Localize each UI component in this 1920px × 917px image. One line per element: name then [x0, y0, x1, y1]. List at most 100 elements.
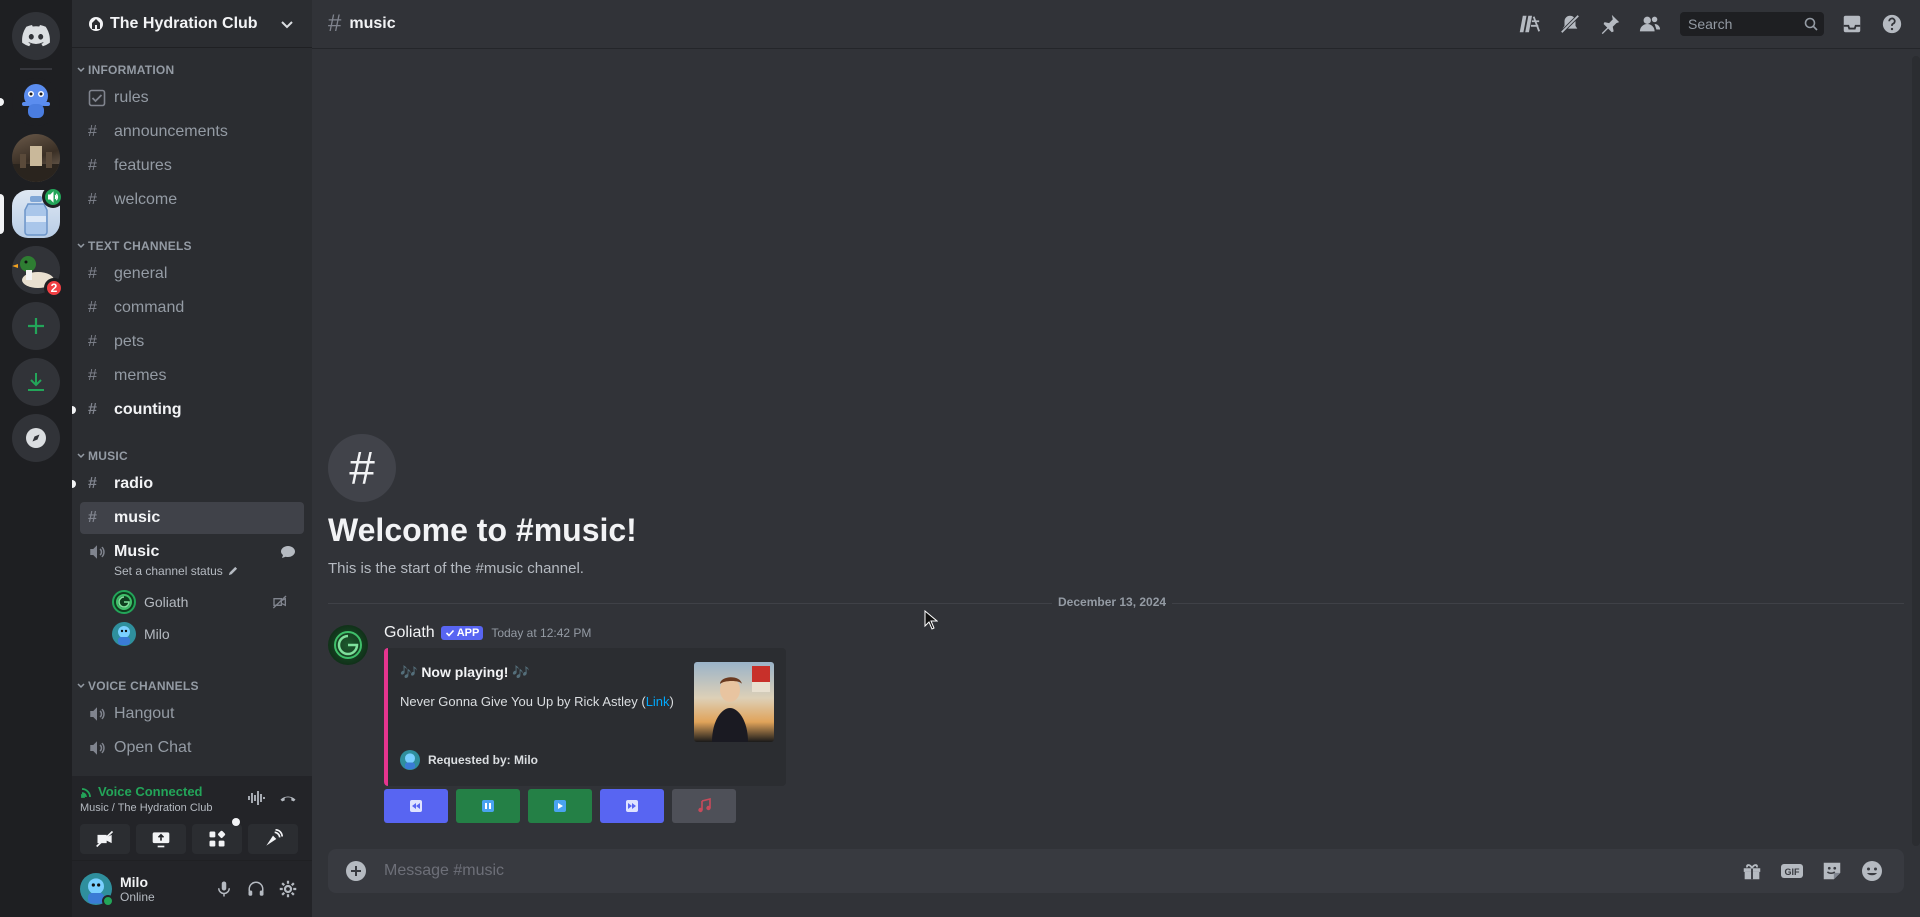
author-avatar[interactable]: [328, 625, 368, 665]
rail-divider: [20, 68, 52, 70]
embed-link[interactable]: Link: [646, 694, 670, 709]
user-info[interactable]: Milo Online: [120, 874, 208, 904]
video-off-icon: [95, 829, 115, 849]
channel-label: command: [114, 299, 185, 316]
mention-badge: 2: [44, 278, 64, 298]
skip-track-button[interactable]: [600, 789, 664, 823]
channel-label: Hangout: [114, 705, 175, 722]
channel-general[interactable]: # general: [80, 258, 304, 290]
chat-scrollbar[interactable]: [1912, 56, 1920, 846]
home-button[interactable]: [12, 12, 60, 60]
channel-features[interactable]: # features: [80, 150, 304, 182]
embed-footer: Requested by: Milo: [400, 750, 538, 770]
category-information[interactable]: INFORMATION: [76, 63, 174, 77]
camera-off-button[interactable]: [80, 824, 130, 854]
plus-icon: [12, 302, 60, 350]
download-apps-button[interactable]: [12, 358, 60, 406]
message-composer[interactable]: Message #music GIF: [328, 849, 1904, 893]
voice-status[interactable]: Voice Connected: [80, 784, 203, 799]
server-icon-duck[interactable]: 2: [12, 246, 64, 298]
sticker-icon[interactable]: [1820, 859, 1844, 883]
channel-memes[interactable]: # memes: [80, 360, 304, 392]
author-name[interactable]: Goliath: [384, 624, 435, 642]
inbox-icon[interactable]: [1840, 12, 1864, 36]
user-avatar[interactable]: [80, 873, 114, 907]
music-notes-button[interactable]: [672, 789, 736, 823]
channel-sidebar: The Hydration Club INFORMATION rules # a…: [72, 0, 312, 917]
album-cover-thumbnail[interactable]: [694, 662, 774, 742]
gear-icon[interactable]: [272, 873, 304, 905]
server-icon-hydration[interactable]: [12, 186, 64, 238]
server-icon-1[interactable]: [12, 78, 60, 126]
pencil-icon: [227, 566, 238, 577]
noise-suppression-icon[interactable]: [246, 788, 266, 808]
play-button[interactable]: [528, 789, 592, 823]
search-input[interactable]: Search: [1680, 12, 1824, 36]
category-voice-channels[interactable]: VOICE CHANNELS: [76, 679, 199, 693]
search-icon: [1804, 17, 1818, 31]
chevron-down-icon[interactable]: [278, 15, 296, 33]
gif-icon[interactable]: GIF: [1780, 859, 1804, 883]
hash-icon: #: [88, 191, 97, 208]
add-server-button[interactable]: [12, 302, 60, 350]
notification-mute-icon[interactable]: [1558, 12, 1582, 36]
emoji-icon[interactable]: [1860, 859, 1884, 883]
category-music[interactable]: MUSIC: [76, 449, 128, 463]
avatar: [112, 590, 136, 614]
hash-icon: #: [88, 509, 97, 526]
embed-desc-text: ): [669, 694, 674, 709]
channel-announcements[interactable]: # announcements: [80, 116, 304, 148]
hash-icon: #: [88, 299, 97, 316]
screen-share-button[interactable]: [136, 824, 186, 854]
pin-icon[interactable]: [1598, 12, 1622, 36]
mouse-cursor-icon: [924, 610, 938, 630]
channel-label: features: [114, 157, 172, 174]
previous-track-button[interactable]: [384, 789, 448, 823]
channel-radio[interactable]: # radio: [72, 468, 304, 500]
selected-pill: [0, 194, 4, 234]
category-text-channels[interactable]: TEXT CHANNELS: [76, 239, 192, 253]
category-label: VOICE CHANNELS: [88, 679, 199, 693]
speaker-icon: [88, 739, 108, 757]
server-header[interactable]: The Hydration Club: [72, 0, 312, 48]
chat-bubble-icon[interactable]: [280, 544, 296, 560]
voice-location[interactable]: Music / The Hydration Club: [80, 802, 212, 814]
channel-label: welcome: [114, 191, 178, 208]
microphone-icon[interactable]: [208, 873, 240, 905]
activities-button[interactable]: [192, 818, 242, 854]
online-status-dot: [102, 895, 114, 907]
blue-mascot-icon: [12, 78, 60, 126]
channel-rules[interactable]: rules: [80, 82, 304, 114]
channel-welcome[interactable]: # welcome: [80, 184, 304, 216]
help-icon[interactable]: [1880, 12, 1904, 36]
soundboard-icon: [263, 829, 283, 849]
voice-channel-open-chat[interactable]: Open Chat: [80, 732, 304, 764]
checkmark-icon: [445, 628, 455, 638]
disconnect-icon[interactable]: [278, 788, 298, 808]
member-list-icon[interactable]: [1638, 12, 1662, 36]
channel-command[interactable]: # command: [80, 292, 304, 324]
soundboard-button[interactable]: [248, 824, 298, 854]
user-panel: Milo Online: [72, 861, 312, 917]
channel-music[interactable]: # music: [80, 502, 304, 534]
gift-icon[interactable]: [1740, 859, 1764, 883]
voice-user-milo[interactable]: Milo: [112, 620, 296, 648]
voice-channel-hangout[interactable]: Hangout: [80, 698, 304, 730]
upload-plus-icon[interactable]: [344, 859, 368, 883]
channel-pets[interactable]: # pets: [80, 326, 304, 358]
channel-status-prompt[interactable]: Set a channel status: [114, 564, 238, 578]
unread-indicator: [72, 406, 76, 414]
channel-label: Open Chat: [114, 739, 192, 756]
category-label: INFORMATION: [88, 63, 175, 77]
threads-icon[interactable]: [1518, 12, 1542, 36]
discover-button[interactable]: [12, 414, 60, 462]
channel-label: announcements: [114, 123, 228, 140]
date-divider-label: December 13, 2024: [1052, 595, 1173, 609]
channel-label: counting: [114, 401, 182, 418]
voice-user-goliath[interactable]: Goliath: [112, 588, 296, 616]
pause-button[interactable]: [456, 789, 520, 823]
headphones-icon[interactable]: [240, 873, 272, 905]
server-icon-2[interactable]: [12, 134, 60, 182]
play-icon: [553, 799, 567, 813]
channel-counting[interactable]: # counting: [72, 394, 304, 426]
